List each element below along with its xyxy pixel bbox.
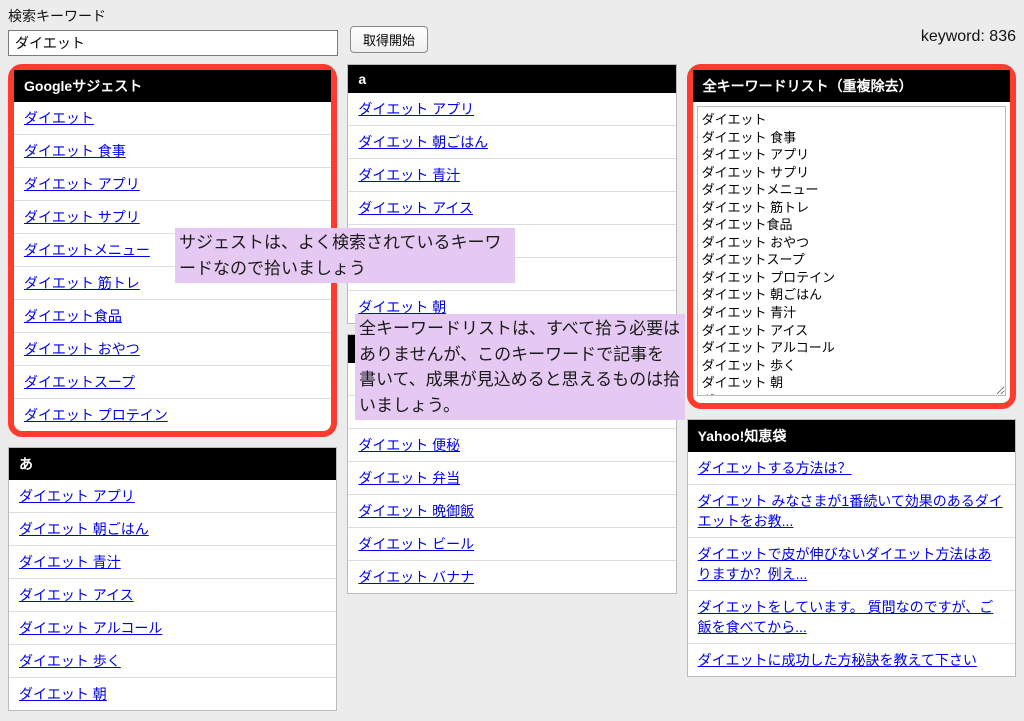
keyword-link[interactable]: ダイエット バナナ bbox=[358, 569, 474, 585]
yahoo-panel: Yahoo!知恵袋 ダイエットする方法は？ ダイエット みなさまが1番続いて効果… bbox=[687, 419, 1016, 677]
fetch-button[interactable]: 取得開始 bbox=[350, 26, 428, 53]
keyword-link[interactable]: ダイエット 便秘 bbox=[358, 437, 460, 453]
keyword-link[interactable]: ダイエット 朝ごはん bbox=[358, 134, 488, 150]
list-item: ダイエット bbox=[14, 102, 331, 134]
list-item: ダイエットする方法は？ bbox=[688, 452, 1015, 484]
keyword-link[interactable]: ダイエット 朝 bbox=[358, 299, 446, 315]
list-item: ダイエット 便秘 bbox=[348, 428, 675, 461]
keyword-link[interactable]: ダイエット アイス bbox=[19, 587, 134, 603]
keyword-link[interactable]: ダイエットで皮が伸びないダイエット方法はありますか？例え... bbox=[698, 546, 992, 582]
list-item: ダイエット 晩御飯 bbox=[348, 494, 675, 527]
list-item: ダイエット アルコール bbox=[9, 611, 336, 644]
callout-allkeywords: 全キーワードリストは、すべて拾う必要はありませんが、このキーワードで記事を書いて… bbox=[355, 314, 685, 420]
list-item: ダイエット アイス bbox=[348, 191, 675, 224]
list-item: ダイエット 弁当 bbox=[348, 461, 675, 494]
list-item: ダイエット食品 bbox=[14, 299, 331, 332]
list-item: ダイエットに成功した方秘訣を教えて下さい bbox=[688, 643, 1015, 676]
list-item: ダイエット バナナ bbox=[348, 560, 675, 593]
list-item: ダイエットで皮が伸びないダイエット方法はありますか？例え... bbox=[688, 537, 1015, 590]
list-item: ダイエット 朝 bbox=[9, 677, 336, 710]
keyword-link[interactable]: ダイエット 青汁 bbox=[19, 554, 121, 570]
keyword-link[interactable]: ダイエット アプリ bbox=[358, 101, 474, 117]
all-keywords-textarea[interactable] bbox=[697, 106, 1006, 396]
group-alph-a-title: a bbox=[348, 65, 675, 93]
all-keywords-title: 全キーワードリスト（重複除去） bbox=[693, 70, 1010, 102]
keyword-link[interactable]: ダイエットメニュー bbox=[24, 242, 150, 258]
list-item: ダイエット 食事 bbox=[14, 134, 331, 167]
list-item: ダイエット アイス bbox=[9, 578, 336, 611]
keyword-link[interactable]: ダイエット アルコール bbox=[19, 620, 162, 636]
keyword-link[interactable]: ダイエットスープ bbox=[24, 374, 135, 390]
keyword-link[interactable]: ダイエット 晩御飯 bbox=[358, 503, 474, 519]
keyword-link[interactable]: ダイエット サプリ bbox=[24, 209, 140, 225]
list-item: ダイエット みなさまが1番続いて効果のあるダイエットをお教... bbox=[688, 484, 1015, 537]
list-item: ダイエット 青汁 bbox=[348, 158, 675, 191]
list-item: ダイエット 歩く bbox=[9, 644, 336, 677]
keyword-link[interactable]: ダイエット 弁当 bbox=[358, 470, 460, 486]
keyword-link[interactable]: ダイエット 食事 bbox=[24, 143, 126, 159]
search-input[interactable] bbox=[8, 30, 338, 56]
keyword-link[interactable]: ダイエット ビール bbox=[358, 536, 474, 552]
google-suggest-title: Googleサジェスト bbox=[14, 70, 331, 102]
keyword-link[interactable]: ダイエット みなさまが1番続いて効果のあるダイエットをお教... bbox=[698, 493, 1003, 529]
keyword-count: keyword: 836 bbox=[921, 28, 1016, 46]
list-item: ダイエット ビール bbox=[348, 527, 675, 560]
list-item: ダイエット 朝ごはん bbox=[348, 125, 675, 158]
list-item: ダイエット プロテイン bbox=[14, 398, 331, 431]
list-item: ダイエットスープ bbox=[14, 365, 331, 398]
keyword-link[interactable]: ダイエットをしています。 質問なのですが、ご飯を食べてから... bbox=[698, 599, 994, 635]
group-a-panel: あ ダイエット アプリ ダイエット 朝ごはん ダイエット 青汁 ダイエット アイ… bbox=[8, 447, 337, 711]
list-item: ダイエットをしています。 質問なのですが、ご飯を食べてから... bbox=[688, 590, 1015, 643]
list-item: ダイエット 朝ごはん bbox=[9, 512, 336, 545]
keyword-link[interactable]: ダイエット 筋トレ bbox=[24, 275, 140, 291]
keyword-link[interactable]: ダイエット プロテイン bbox=[24, 407, 168, 423]
keyword-link[interactable]: ダイエット 朝 bbox=[19, 686, 107, 702]
group-a-title: あ bbox=[9, 448, 336, 480]
group-alph-a-panel: a ダイエット アプリ ダイエット 朝ごはん ダイエット 青汁 ダイエット アイ… bbox=[347, 64, 676, 324]
yahoo-title: Yahoo!知恵袋 bbox=[688, 420, 1015, 452]
keyword-link[interactable]: ダイエット 朝ごはん bbox=[19, 521, 149, 537]
keyword-link[interactable]: ダイエット 歩く bbox=[19, 653, 121, 669]
keyword-link[interactable]: ダイエット 青汁 bbox=[358, 167, 460, 183]
keyword-link[interactable]: ダイエット おやつ bbox=[24, 341, 140, 357]
list-item: ダイエット アプリ bbox=[14, 167, 331, 200]
keyword-link[interactable]: ダイエット アイス bbox=[358, 200, 473, 216]
keyword-link[interactable]: ダイエット bbox=[24, 110, 94, 126]
keyword-link[interactable]: ダイエット アプリ bbox=[19, 488, 135, 504]
list-item: ダイエット アプリ bbox=[9, 480, 336, 512]
all-keywords-panel: 全キーワードリスト（重複除去） bbox=[687, 64, 1016, 409]
callout-suggest: サジェストは、よく検索されているキーワードなので拾いましょう bbox=[175, 228, 515, 283]
list-item: ダイエット おやつ bbox=[14, 332, 331, 365]
keyword-link[interactable]: ダイエットする方法は？ bbox=[698, 460, 852, 476]
keyword-link[interactable]: ダイエット アプリ bbox=[24, 176, 140, 192]
list-item: ダイエット 青汁 bbox=[9, 545, 336, 578]
search-label: 検索キーワード bbox=[8, 6, 338, 26]
keyword-link[interactable]: ダイエット食品 bbox=[24, 308, 122, 324]
keyword-link[interactable]: ダイエットに成功した方秘訣を教えて下さい bbox=[698, 652, 977, 668]
list-item: ダイエット アプリ bbox=[348, 93, 675, 125]
